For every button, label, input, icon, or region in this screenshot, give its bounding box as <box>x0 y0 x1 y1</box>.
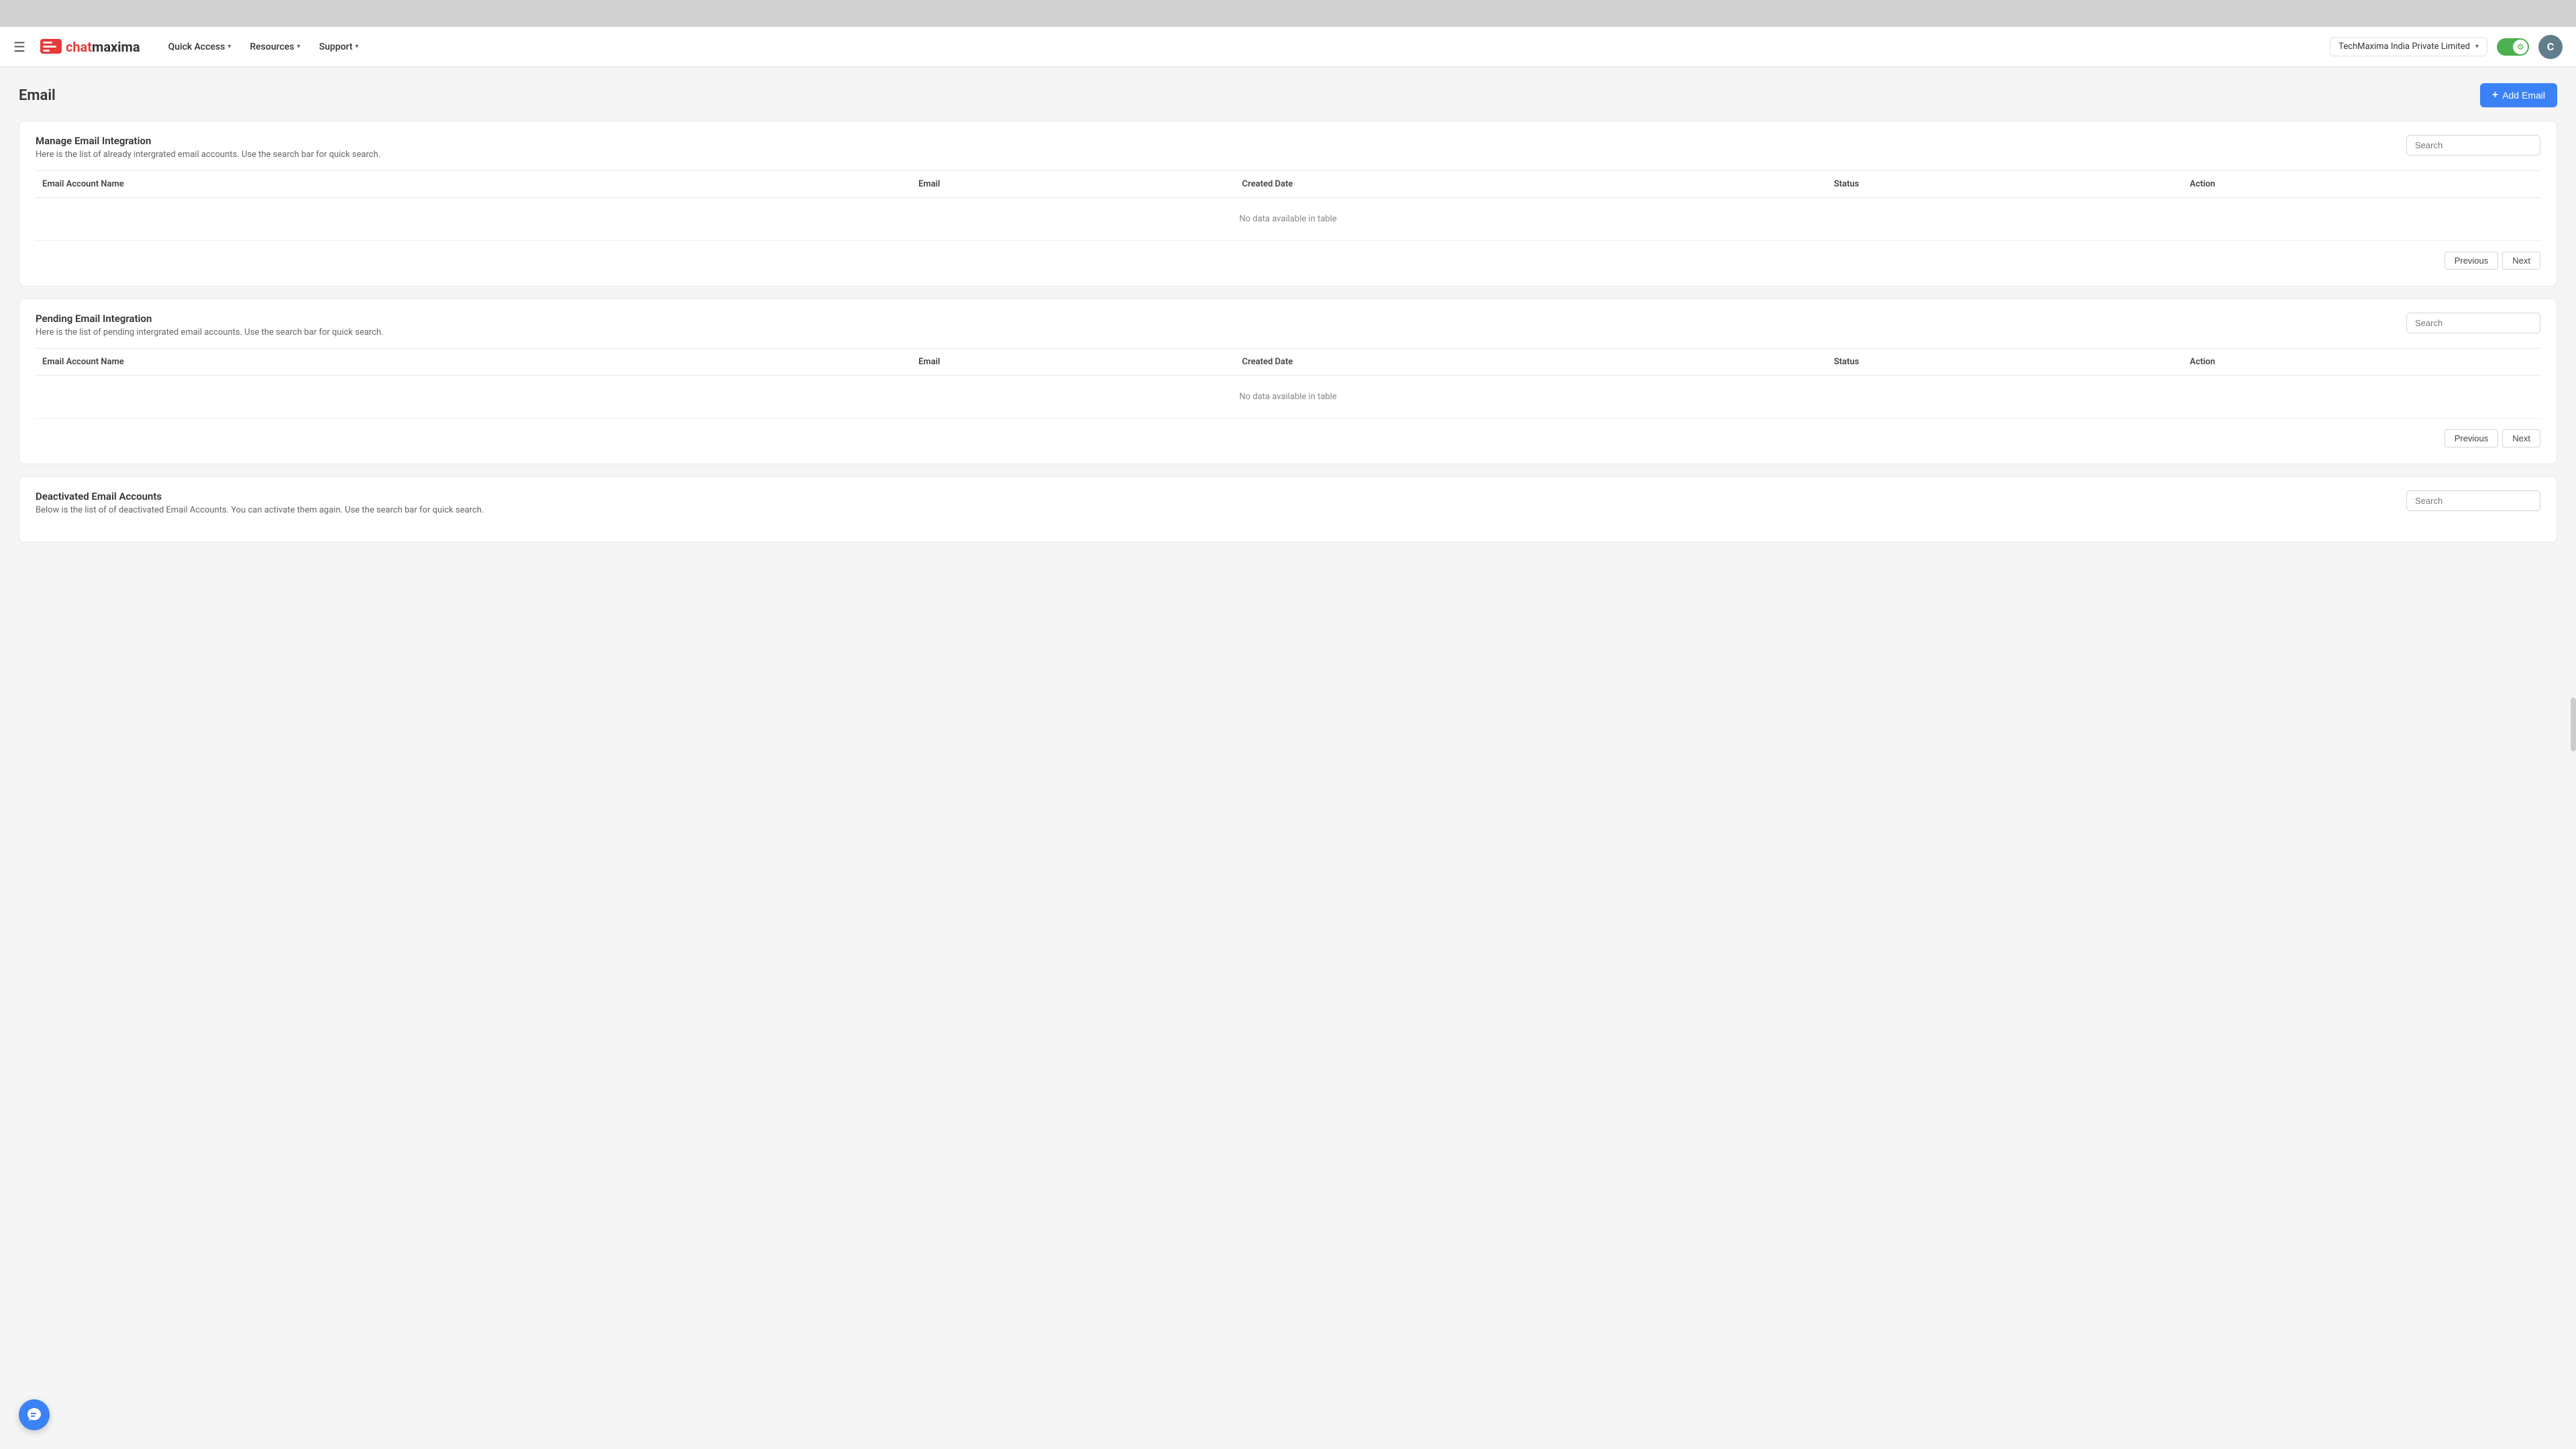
section-header-pending: Pending Email Integration Here is the li… <box>36 313 2540 337</box>
no-data-row-manage: No data available in table <box>36 198 2540 241</box>
org-name: TechMaxima India Private Limited <box>2339 42 2470 52</box>
search-input-deactivated[interactable] <box>2406 490 2540 511</box>
navbar: ☰ chatmaxima Quick Access ▾ Resources ▾ … <box>0 27 2576 67</box>
previous-button-manage[interactable]: Previous <box>2445 252 2499 270</box>
search-wrapper-deactivated <box>2406 490 2540 511</box>
section-title-deactivated: Deactivated Email Accounts <box>36 490 484 502</box>
section-desc-pending: Here is the list of pending intergrated … <box>36 327 384 337</box>
col-created-date: Created Date <box>1236 171 1827 198</box>
nav-quick-access[interactable]: Quick Access ▾ <box>160 38 239 56</box>
no-data-row-pending: No data available in table <box>36 376 2540 419</box>
page-header: Email + Add Email <box>19 83 2557 107</box>
table-footer-pending: Previous Next <box>36 429 2540 447</box>
section-desc-manage: Here is the list of already intergrated … <box>36 150 380 160</box>
manage-table: Email Account Name Email Created Date St… <box>36 170 2540 241</box>
pending-email-section: Pending Email Integration Here is the li… <box>19 299 2557 464</box>
chevron-down-icon: ▾ <box>2475 43 2479 50</box>
add-email-button[interactable]: + Add Email <box>2480 83 2557 107</box>
table-header-row-pending: Email Account Name Email Created Date St… <box>36 349 2540 376</box>
col-email-account-name: Email Account Name <box>36 171 912 198</box>
section-info-pending: Pending Email Integration Here is the li… <box>36 313 384 337</box>
page-title: Email <box>19 87 56 104</box>
chevron-down-icon: ▾ <box>297 43 301 50</box>
logo-icon <box>39 35 63 59</box>
nav-support[interactable]: Support ▾ <box>311 38 367 56</box>
manage-email-section: Manage Email Integration Here is the lis… <box>19 121 2557 286</box>
chat-icon <box>26 1407 42 1423</box>
col-action-p: Action <box>2183 349 2540 376</box>
no-data-text-manage: No data available in table <box>36 198 2540 241</box>
search-input-manage[interactable] <box>2406 135 2540 156</box>
search-wrapper-pending <box>2406 313 2540 333</box>
deactivated-email-section: Deactivated Email Accounts Below is the … <box>19 476 2557 543</box>
col-email-p: Email <box>912 349 1235 376</box>
col-action: Action <box>2183 171 2540 198</box>
settings-toggle[interactable]: ⚙ <box>2497 38 2529 56</box>
main-content: Email + Add Email Manage Email Integrati… <box>0 67 2576 1449</box>
col-created-date-p: Created Date <box>1236 349 1827 376</box>
chevron-down-icon: ▾ <box>227 43 231 50</box>
section-desc-deactivated: Below is the list of of deactivated Emai… <box>36 505 484 515</box>
plus-icon: + <box>2492 89 2498 101</box>
section-header-deactivated: Deactivated Email Accounts Below is the … <box>36 490 2540 515</box>
no-data-text-pending: No data available in table <box>36 376 2540 419</box>
logo-text: chatmaxima <box>66 39 140 55</box>
org-selector[interactable]: TechMaxima India Private Limited ▾ <box>2330 37 2487 56</box>
scrollbar[interactable] <box>2571 698 2576 751</box>
user-avatar[interactable]: C <box>2538 35 2563 59</box>
chevron-down-icon: ▾ <box>356 43 359 50</box>
toggle-knob: ⚙ <box>2513 40 2528 54</box>
col-status-p: Status <box>1827 349 2184 376</box>
section-info-manage: Manage Email Integration Here is the lis… <box>36 135 380 160</box>
gear-icon: ⚙ <box>2517 42 2524 52</box>
search-input-pending[interactable] <box>2406 313 2540 333</box>
table-header-row-manage: Email Account Name Email Created Date St… <box>36 171 2540 198</box>
next-button-manage[interactable]: Next <box>2502 252 2540 270</box>
col-email-account-name-p: Email Account Name <box>36 349 912 376</box>
next-button-pending[interactable]: Next <box>2502 429 2540 447</box>
section-title-manage: Manage Email Integration <box>36 135 380 147</box>
section-title-pending: Pending Email Integration <box>36 313 384 325</box>
search-wrapper-manage <box>2406 135 2540 156</box>
section-info-deactivated: Deactivated Email Accounts Below is the … <box>36 490 484 515</box>
col-email: Email <box>912 171 1235 198</box>
top-bar <box>0 0 2576 27</box>
navbar-right: TechMaxima India Private Limited ▾ ⚙ C <box>2330 35 2563 59</box>
col-status: Status <box>1827 171 2184 198</box>
logo[interactable]: chatmaxima <box>39 35 140 59</box>
previous-button-pending[interactable]: Previous <box>2445 429 2499 447</box>
chat-support-button[interactable] <box>19 1399 50 1430</box>
pending-table: Email Account Name Email Created Date St… <box>36 348 2540 419</box>
nav-resources[interactable]: Resources ▾ <box>242 38 309 56</box>
navbar-nav: Quick Access ▾ Resources ▾ Support ▾ <box>160 38 367 56</box>
section-header-manage: Manage Email Integration Here is the lis… <box>36 135 2540 160</box>
hamburger-menu-icon[interactable]: ☰ <box>13 39 25 55</box>
table-footer-manage: Previous Next <box>36 252 2540 270</box>
